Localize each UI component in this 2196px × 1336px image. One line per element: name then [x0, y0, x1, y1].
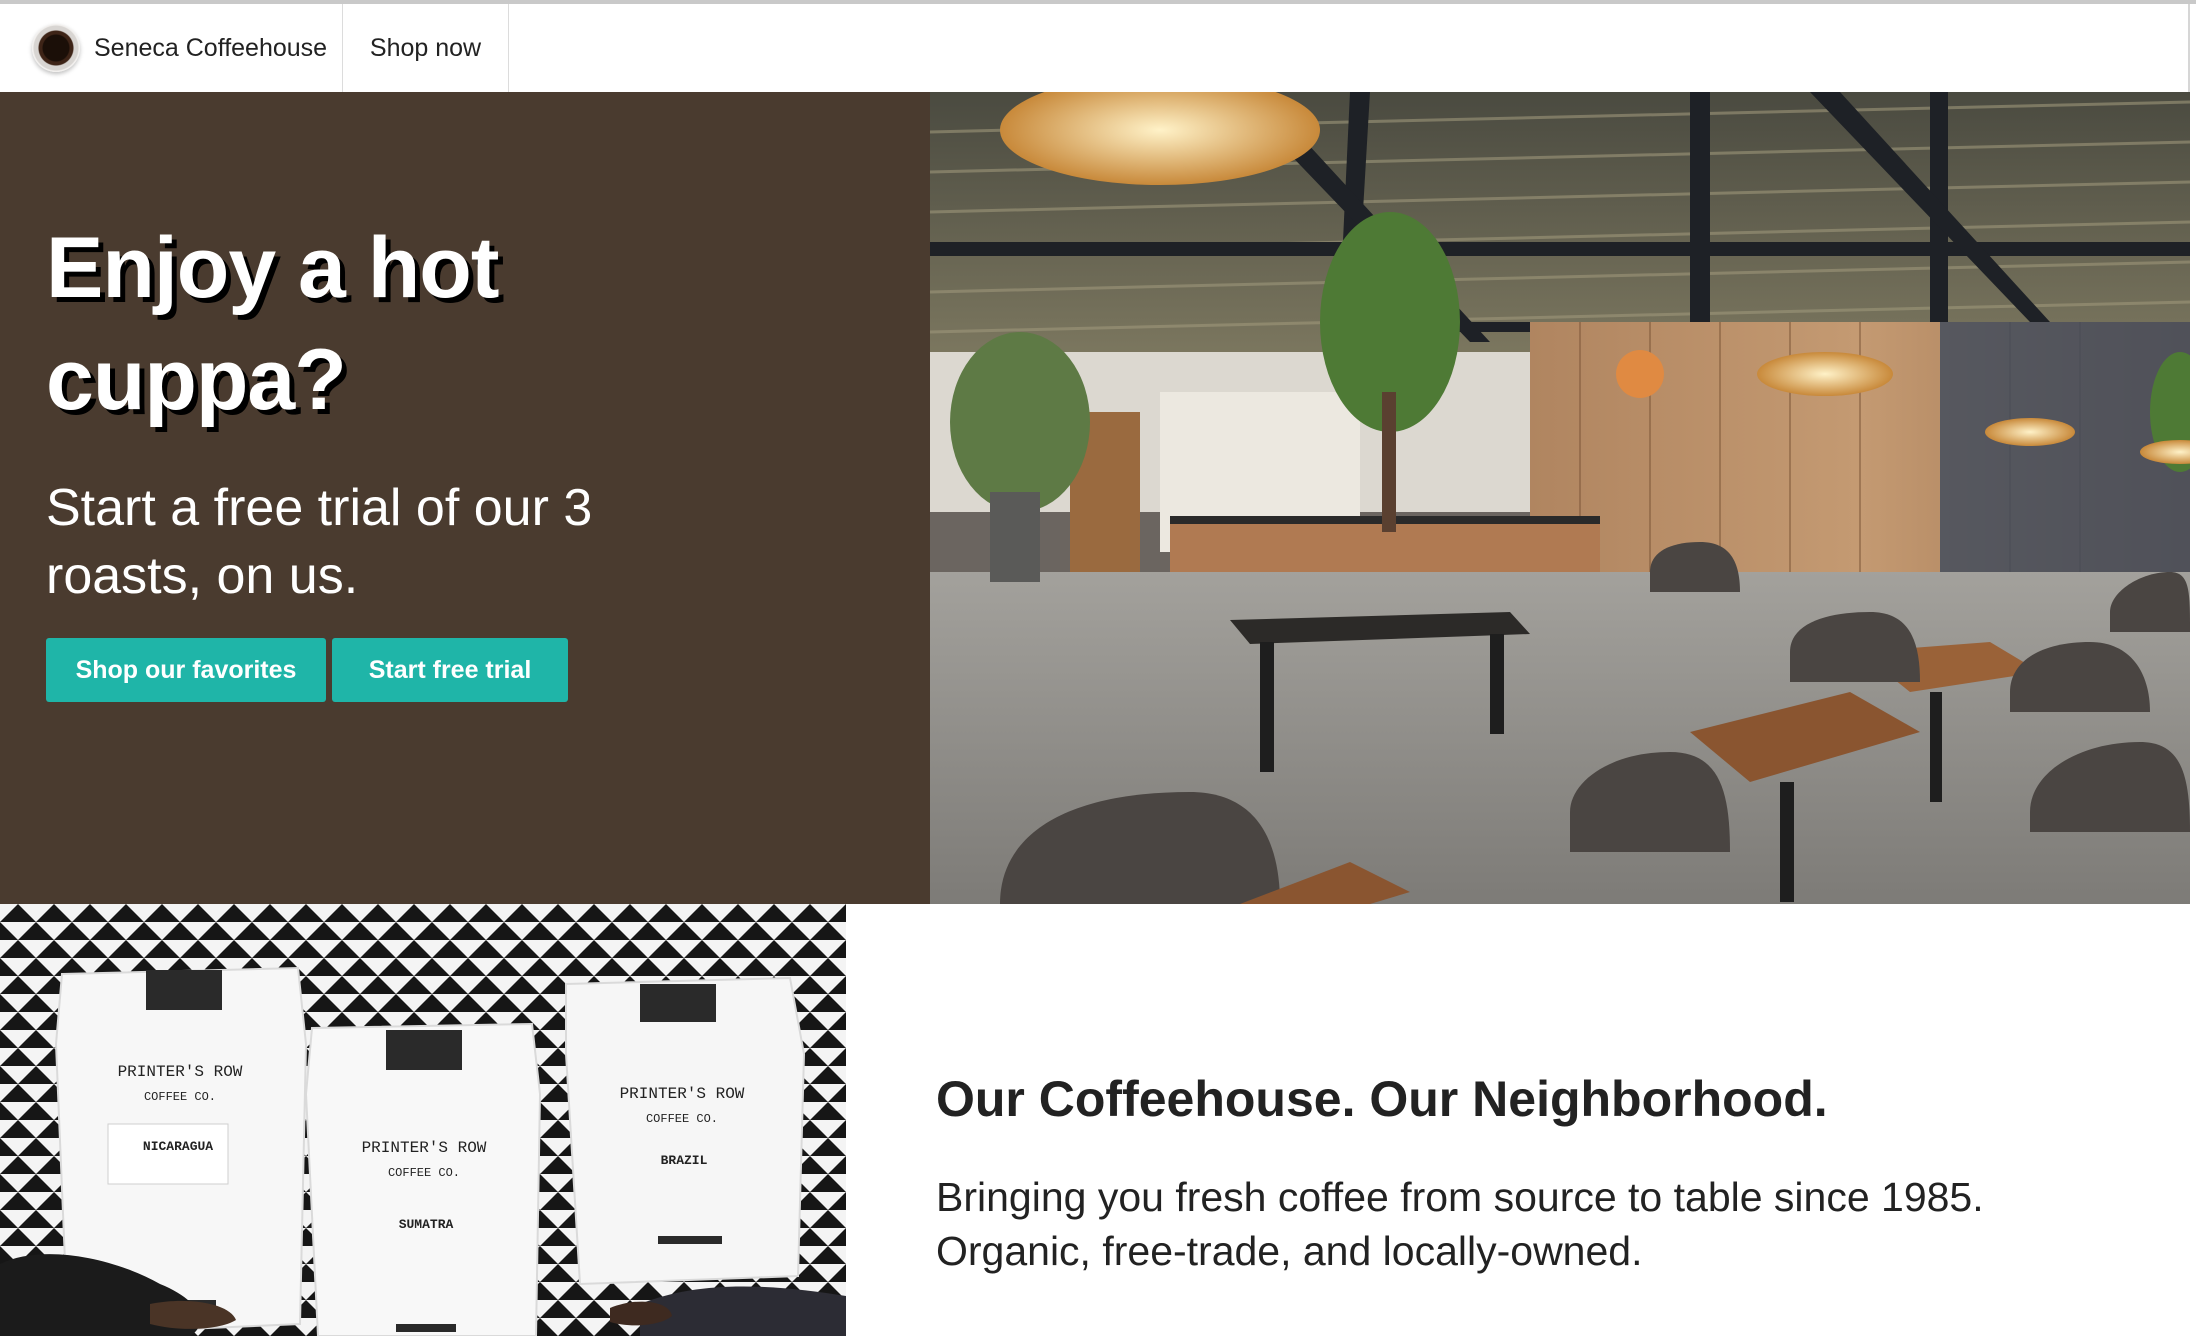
cafe-interior-photo [930, 92, 2190, 904]
bag2-brand: PRINTER'S ROW [362, 1139, 487, 1157]
bag1-origin: NICARAGUA [143, 1139, 213, 1154]
bag1-company: COFFEE CO. [144, 1090, 216, 1104]
bag3-origin: BRAZIL [661, 1153, 708, 1168]
shop-favorites-button[interactable]: Shop our favorites [46, 638, 326, 702]
bag2-origin: SUMATRA [399, 1217, 454, 1232]
bag3-brand: PRINTER'S ROW [620, 1085, 745, 1103]
about-text: Bringing you fresh coffee from source to… [936, 1174, 1984, 1274]
cafe-interior-illustration [930, 92, 2190, 904]
coffee-bags-photo: PRINTER'S ROW COFFEE CO. NICARAGUA PRINT… [0, 904, 846, 1336]
about-title: Our Coffeehouse. Our Neighborhood. [936, 1071, 1828, 1127]
bag3-company: COFFEE CO. [646, 1112, 718, 1126]
bag2-company: COFFEE CO. [388, 1166, 460, 1180]
hero-title: Enjoy a hot cuppa? [46, 220, 499, 428]
hero-subtitle: Start a free trial of our 3 roasts, on u… [46, 479, 593, 605]
bag1-brand: PRINTER'S ROW [118, 1063, 243, 1081]
navbar: Seneca Coffeehouse Shop now [0, 4, 2190, 92]
start-free-trial-button[interactable]: Start free trial [332, 638, 568, 702]
coffee-cup-icon [32, 24, 80, 72]
brand-link[interactable]: Seneca Coffeehouse [0, 4, 343, 92]
brand-name: Seneca Coffeehouse [94, 33, 328, 62]
coffee-bags-illustration: PRINTER'S ROW COFFEE CO. NICARAGUA PRINT… [0, 904, 846, 1336]
shop-now-link[interactable]: Shop now [343, 4, 509, 92]
hero-panel: Enjoy a hot cuppa? Start a free trial of… [0, 92, 930, 904]
